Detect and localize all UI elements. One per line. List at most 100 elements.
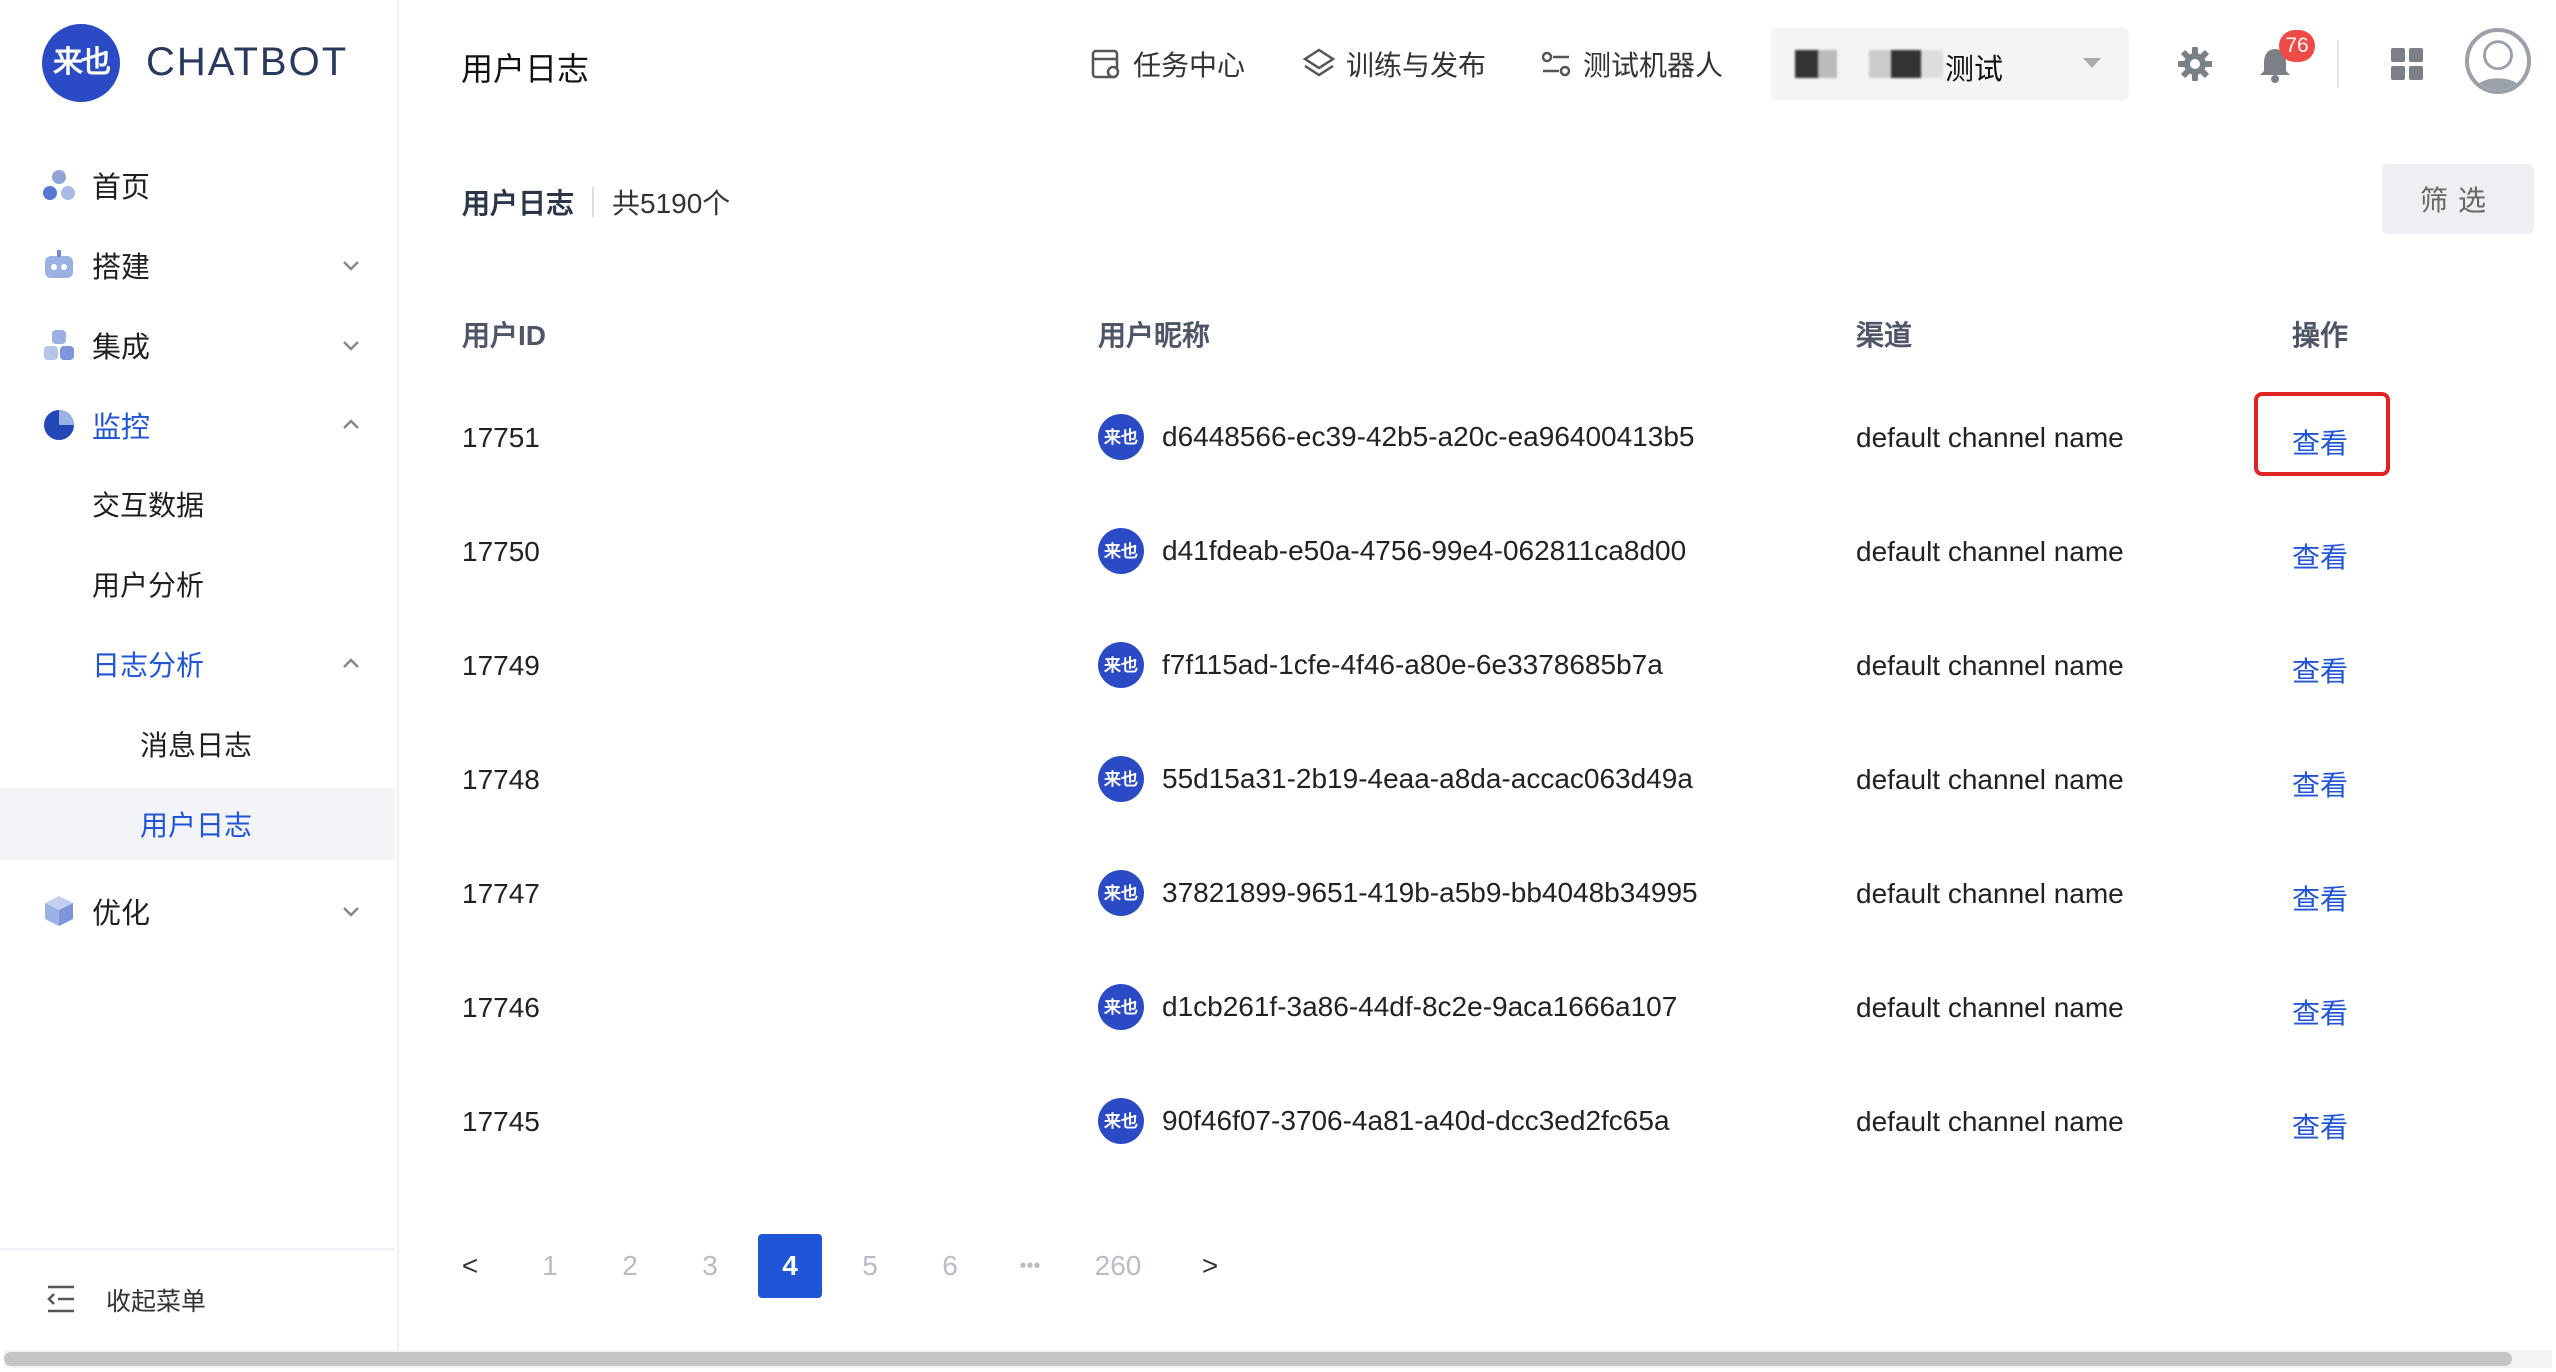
- user-avatar-icon: 来也: [1098, 870, 1144, 916]
- user-avatar-icon: 来也: [1098, 414, 1144, 460]
- brand-logo[interactable]: 来也: [42, 24, 120, 102]
- view-link[interactable]: 查看: [2292, 536, 2348, 576]
- column-header-channel: 渠道: [1856, 320, 1913, 351]
- table-row: 17751 来也 d6448566-ec39-42b5-a20c-ea96400…: [0, 380, 2556, 494]
- page-button-1[interactable]: 1: [518, 1234, 582, 1298]
- nickname-text: 37821899-9651-419b-a5b9-bb4048b34995: [1162, 877, 1698, 908]
- collapse-menu-label: 收起菜单: [106, 1288, 207, 1316]
- user-avatar[interactable]: [2465, 28, 2531, 94]
- page-button-6[interactable]: 6: [918, 1234, 982, 1298]
- view-link[interactable]: 查看: [2292, 650, 2348, 690]
- test-bot-icon: [1541, 51, 1571, 77]
- view-link[interactable]: 查看: [2292, 422, 2348, 462]
- page-button-4[interactable]: 4: [758, 1234, 822, 1298]
- user-avatar-icon: 来也: [1098, 984, 1144, 1030]
- page-button-5[interactable]: 5: [838, 1234, 902, 1298]
- train-publish-link[interactable]: 训练与发布: [1302, 44, 1486, 84]
- brand-name: CHATBOT: [146, 40, 349, 84]
- chevron-down-icon: [343, 341, 359, 351]
- column-header-nickname: 用户昵称: [1098, 320, 1211, 351]
- task-center-label: 任务中心: [1133, 50, 1246, 81]
- nickname-text: d6448566-ec39-42b5-a20c-ea96400413b5: [1162, 421, 1695, 452]
- nickname-cell: 来也 f7f115ad-1cfe-4f46-a80e-6e3378685b7a: [1098, 642, 1663, 688]
- filter-button[interactable]: 筛选: [2382, 164, 2534, 234]
- nickname-text: 90f46f07-3706-4a81-a40d-dcc3ed2fc65a: [1162, 1105, 1670, 1136]
- page-ellipsis[interactable]: •••: [998, 1234, 1062, 1298]
- user-id-cell: 17745: [462, 1106, 540, 1137]
- page-title: 用户日志: [461, 51, 590, 87]
- nickname-text: f7f115ad-1cfe-4f46-a80e-6e3378685b7a: [1162, 649, 1663, 680]
- channel-cell: default channel name: [1856, 422, 2124, 453]
- sidebar-item-label: 首页: [92, 172, 151, 204]
- view-link[interactable]: 查看: [2292, 992, 2348, 1032]
- task-center-link[interactable]: 任务中心: [1089, 44, 1245, 84]
- home-icon: [43, 170, 75, 200]
- notification-badge: 76: [2279, 30, 2315, 62]
- caret-down-icon: [2083, 58, 2101, 68]
- user-avatar-icon: 来也: [1098, 642, 1144, 688]
- top-header: 用户日志 任务中心 训练与发布 测试机器人 测试 76: [397, 0, 2556, 128]
- channel-cell: default channel name: [1856, 764, 2124, 795]
- header-divider: [2337, 40, 2339, 88]
- nickname-text: d41fdeab-e50a-4756-99e4-062811ca8d00: [1162, 535, 1687, 566]
- user-id-cell: 17746: [462, 992, 540, 1023]
- total-count: 共5190个: [612, 188, 731, 219]
- nickname-cell: 来也 55d15a31-2b19-4eaa-a8da-accac063d49a: [1098, 756, 1693, 802]
- content-title: 用户日志: [462, 188, 575, 219]
- sidebar-item-integration[interactable]: 集成: [0, 308, 395, 382]
- channel-cell: default channel name: [1856, 992, 2124, 1023]
- nickname-text: d1cb261f-3a86-44df-8c2e-9aca1666a107: [1162, 991, 1678, 1022]
- user-id-cell: 17751: [462, 422, 540, 453]
- nickname-cell: 来也 90f46f07-3706-4a81-a40d-dcc3ed2fc65a: [1098, 1098, 1670, 1144]
- horizontal-scrollbar[interactable]: [4, 1350, 2552, 1368]
- nickname-cell: 来也 d1cb261f-3a86-44df-8c2e-9aca1666a107: [1098, 984, 1677, 1030]
- view-link[interactable]: 查看: [2292, 878, 2348, 918]
- prev-page-button[interactable]: <: [438, 1234, 502, 1298]
- test-bot-label: 测试机器人: [1583, 50, 1724, 81]
- robot-icon: [45, 250, 73, 278]
- divider: [592, 187, 595, 217]
- train-publish-label: 训练与发布: [1346, 50, 1487, 81]
- next-page-button[interactable]: >: [1178, 1234, 1242, 1298]
- user-avatar-icon: [2474, 40, 2522, 90]
- collapse-menu-icon: [47, 1285, 74, 1313]
- test-bot-link[interactable]: 测试机器人: [1539, 44, 1723, 84]
- channel-cell: default channel name: [1856, 878, 2124, 909]
- user-avatar-icon: 来也: [1098, 1098, 1144, 1144]
- task-center-icon: [1091, 49, 1120, 79]
- table-row: 17749 来也 f7f115ad-1cfe-4f46-a80e-6e33786…: [0, 608, 2556, 722]
- redacted-text: [1795, 50, 1837, 78]
- bot-select[interactable]: 测试: [1771, 28, 2129, 100]
- nickname-cell: 来也 37821899-9651-419b-a5b9-bb4048b34995: [1098, 870, 1698, 916]
- user-id-cell: 17747: [462, 878, 540, 909]
- sidebar-collapse[interactable]: 收起菜单: [0, 1248, 395, 1350]
- train-publish-icon: [1302, 48, 1336, 77]
- table-row: 17747 来也 37821899-9651-419b-a5b9-bb4048b…: [0, 836, 2556, 950]
- nickname-cell: 来也 d6448566-ec39-42b5-a20c-ea96400413b5: [1098, 414, 1694, 460]
- view-link[interactable]: 查看: [2292, 1106, 2348, 1146]
- sidebar-item-build[interactable]: 搭建: [0, 228, 395, 302]
- view-link[interactable]: 查看: [2292, 764, 2348, 804]
- page-button-2[interactable]: 2: [598, 1234, 662, 1298]
- column-header-action: 操作: [2292, 320, 2349, 351]
- channel-cell: default channel name: [1856, 650, 2124, 681]
- sidebar-item-home[interactable]: 首页: [0, 148, 395, 222]
- page-button-3[interactable]: 3: [678, 1234, 742, 1298]
- user-avatar-icon: 来也: [1098, 528, 1144, 574]
- app-root: 来也 CHATBOT 首页 搭建 集成 监控 交互数据 用户分析 日志分析 消息…: [0, 0, 2556, 1372]
- chevron-down-icon: [343, 261, 359, 271]
- apps-grid-icon[interactable]: [2387, 44, 2427, 84]
- page-button-last[interactable]: 260: [1078, 1234, 1158, 1298]
- nickname-text: 55d15a31-2b19-4eaa-a8da-accac063d49a: [1162, 763, 1693, 794]
- gear-icon[interactable]: [2175, 44, 2215, 84]
- content-title-bar: 用户日志 共5190个: [462, 182, 730, 222]
- nickname-cell: 来也 d41fdeab-e50a-4756-99e4-062811ca8d00: [1098, 528, 1686, 574]
- table-row: 17750 来也 d41fdeab-e50a-4756-99e4-062811c…: [0, 494, 2556, 608]
- user-avatar-icon: 来也: [1098, 756, 1144, 802]
- bot-select-value: 测试: [1945, 54, 2004, 86]
- user-id-cell: 17750: [462, 536, 540, 567]
- table-row: 17748 来也 55d15a31-2b19-4eaa-a8da-accac06…: [0, 722, 2556, 836]
- scrollbar-thumb[interactable]: [4, 1352, 2512, 1366]
- channel-cell: default channel name: [1856, 536, 2124, 567]
- user-id-cell: 17749: [462, 650, 540, 681]
